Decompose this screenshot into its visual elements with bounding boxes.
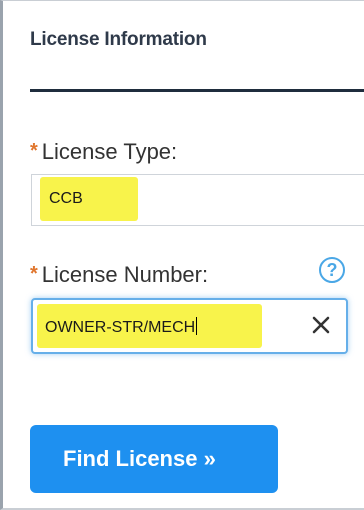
license-form-panel: License Information * License Type: CCB *… [0,0,364,510]
section-divider [30,89,364,92]
help-icon[interactable]: ? [319,257,345,283]
close-icon[interactable] [310,314,332,336]
license-type-label-text: License Type: [41,139,178,164]
find-license-button[interactable]: Find License » [30,425,278,493]
section-title: License Information [30,29,207,50]
license-type-label: * License Type: [30,139,177,165]
license-number-label: * License Number: [30,262,208,288]
license-number-label-text: License Number: [41,262,209,287]
license-type-value: CCB [49,190,83,207]
required-marker: * [30,263,38,285]
license-type-field[interactable]: CCB [31,174,364,226]
license-number-value: OWNER-STR/MECH [45,319,196,336]
required-marker: * [30,140,38,162]
text-caret [196,317,198,335]
license-number-value-wrap: OWNER-STR/MECH [45,317,198,337]
license-number-input[interactable]: OWNER-STR/MECH [31,298,348,354]
